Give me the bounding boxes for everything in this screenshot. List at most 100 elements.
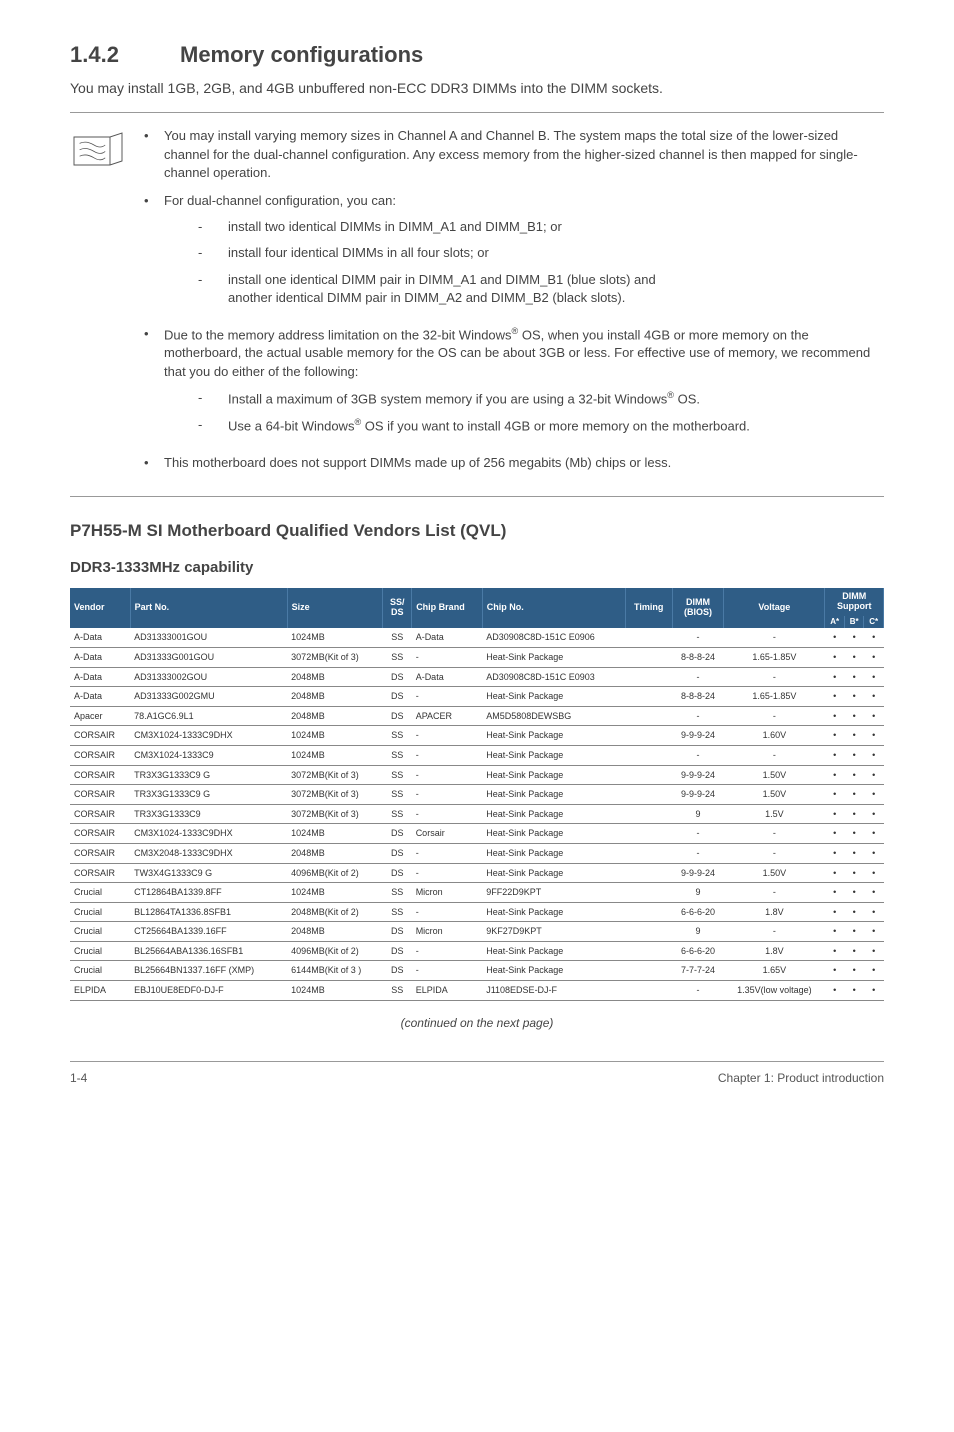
cell-dimm: - [672, 824, 724, 844]
cell-dimm: - [672, 706, 724, 726]
cell-vendor: A-Data [70, 667, 130, 687]
cell-voltage: 1.65-1.85V [724, 647, 825, 667]
cell-timing [625, 843, 672, 863]
cell-a: • [825, 628, 844, 647]
cell-timing [625, 883, 672, 903]
page-footer: 1-4 Chapter 1: Product introduction [70, 1061, 884, 1087]
cell-chipno: Heat-Sink Package [482, 863, 625, 883]
cell-size: 4096MB(Kit of 2) [287, 863, 383, 883]
table-row: A-DataAD31333G001GOU3072MB(Kit of 3)SS-H… [70, 647, 884, 667]
cell-b: • [844, 883, 863, 903]
cell-ssds: SS [383, 628, 412, 647]
cell-vendor: A-Data [70, 628, 130, 647]
cell-c: • [864, 765, 884, 785]
cell-voltage: 1.50V [724, 765, 825, 785]
cell-voltage: 1.65-1.85V [724, 687, 825, 707]
cell-a: • [825, 883, 844, 903]
cell-a: • [825, 667, 844, 687]
cell-voltage: 1.50V [724, 863, 825, 883]
cell-size: 1024MB [287, 981, 383, 1001]
cell-ssds: SS [383, 981, 412, 1001]
cell-part: BL25664BN1337.16FF (XMP) [130, 961, 287, 981]
cell-dimm: 7-7-7-24 [672, 961, 724, 981]
cell-part: TR3X3G1333C9 G [130, 785, 287, 805]
cell-c: • [864, 804, 884, 824]
cell-ssds: SS [383, 765, 412, 785]
cell-brand: - [412, 863, 483, 883]
cell-a: • [825, 981, 844, 1001]
cell-chipno: Heat-Sink Package [482, 843, 625, 863]
cell-voltage: - [724, 922, 825, 942]
cell-voltage: - [724, 706, 825, 726]
cell-dimm: 9-9-9-24 [672, 726, 724, 746]
cell-ssds: SS [383, 745, 412, 765]
cell-chipno: Heat-Sink Package [482, 941, 625, 961]
cell-chipno: J1108EDSE-DJ-F [482, 981, 625, 1001]
cell-ssds: DS [383, 843, 412, 863]
cell-brand: - [412, 745, 483, 765]
cell-dimm: - [672, 628, 724, 647]
cell-dimm: 9 [672, 883, 724, 903]
table-row: CORSAIRTR3X3G1333C93072MB(Kit of 3)SS-He… [70, 804, 884, 824]
cell-size: 2048MB [287, 687, 383, 707]
cell-voltage: - [724, 745, 825, 765]
cell-vendor: Crucial [70, 902, 130, 922]
cell-c: • [864, 745, 884, 765]
cell-dimm: 6-6-6-20 [672, 902, 724, 922]
cell-part: AD31333001GOU [130, 628, 287, 647]
cell-a: • [825, 863, 844, 883]
cell-vendor: CORSAIR [70, 765, 130, 785]
cell-dimm: 9-9-9-24 [672, 863, 724, 883]
cell-ssds: DS [383, 687, 412, 707]
col-vendor: Vendor [70, 588, 130, 629]
cell-timing [625, 647, 672, 667]
cell-dimm: 9-9-9-24 [672, 785, 724, 805]
cell-b: • [844, 981, 863, 1001]
cell-dimm: 8-8-8-24 [672, 647, 724, 667]
cell-b: • [844, 863, 863, 883]
cell-a: • [825, 745, 844, 765]
cell-size: 1024MB [287, 628, 383, 647]
continued-text: (continued on the next page) [70, 1015, 884, 1032]
cell-chipno: Heat-Sink Package [482, 765, 625, 785]
table-row: CrucialCT12864BA1339.8FF1024MBSSMicron9F… [70, 883, 884, 903]
cell-size: 1024MB [287, 745, 383, 765]
cell-chipno: Heat-Sink Package [482, 726, 625, 746]
section-title-text: Memory configurations [180, 42, 423, 67]
cell-part: TW3X4G1333C9 G [130, 863, 287, 883]
cell-size: 3072MB(Kit of 3) [287, 765, 383, 785]
cell-brand: A-Data [412, 628, 483, 647]
cell-c: • [864, 647, 884, 667]
cell-brand: - [412, 765, 483, 785]
cell-size: 6144MB(Kit of 3 ) [287, 961, 383, 981]
cell-timing [625, 687, 672, 707]
note-sub-2-1: install two identical DIMMs in DIMM_A1 a… [228, 218, 562, 236]
cell-chipno: Heat-Sink Package [482, 785, 625, 805]
cell-b: • [844, 804, 863, 824]
col-c: C* [864, 616, 884, 629]
reg-mark: ® [667, 390, 674, 400]
cell-timing [625, 726, 672, 746]
cell-dimm: - [672, 745, 724, 765]
cell-a: • [825, 922, 844, 942]
cell-brand: Micron [412, 883, 483, 903]
cell-voltage: - [724, 843, 825, 863]
cell-dimm: - [672, 667, 724, 687]
cell-vendor: CORSAIR [70, 804, 130, 824]
cell-part: AD31333G002GMU [130, 687, 287, 707]
cell-timing [625, 765, 672, 785]
cell-b: • [844, 922, 863, 942]
cell-c: • [864, 883, 884, 903]
cell-part: BL25664ABA1336.16SFB1 [130, 941, 287, 961]
cell-timing [625, 706, 672, 726]
cell-c: • [864, 922, 884, 942]
cell-c: • [864, 785, 884, 805]
cell-a: • [825, 765, 844, 785]
table-row: CORSAIRCM3X1024-1333C9DHX1024MBSS-Heat-S… [70, 726, 884, 746]
cell-ssds: DS [383, 941, 412, 961]
qvl-table: Vendor Part No. Size SS/ DS Chip Brand C… [70, 588, 884, 1001]
note-sub-3-2a: Use a 64-bit Windows [228, 419, 354, 434]
cell-chipno: AD30908C8D-151C E0903 [482, 667, 625, 687]
col-ssds: SS/ DS [383, 588, 412, 629]
cell-voltage: - [724, 824, 825, 844]
